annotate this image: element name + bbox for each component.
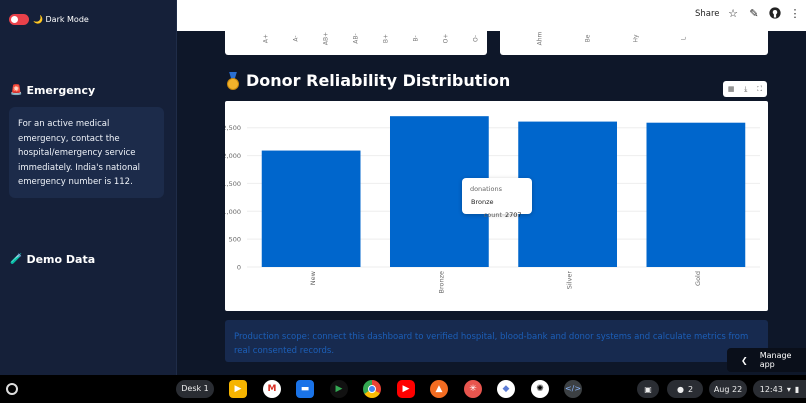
y-tick-label: 2,500 [225,124,241,132]
manage-app-label: Manage app [759,351,792,369]
chevron-left-icon: ❮ [741,355,748,365]
emergency-info-box: For an active medical emergency, contact… [9,107,164,198]
youtube-icon[interactable]: ▶ [397,380,415,398]
emergency-text: For an active medical emergency, contact… [18,119,141,187]
medal-icon [226,71,240,90]
edit-pencil-icon[interactable]: ✎ [747,7,761,21]
bar-silver[interactable] [518,121,618,267]
y-tick-label: 2,000 [225,152,241,160]
y-tick-label: 1,500 [225,180,241,188]
linux-app-icon[interactable]: ◆ [497,380,515,398]
emergency-heading: 🚨 Emergency [10,84,95,97]
siren-icon: 🚨 [10,85,23,96]
play-store-icon[interactable]: ▶ [330,380,348,398]
prev-chart-tick-label: O+ [442,33,450,44]
production-scope-text: Production scope: connect this dashboard… [234,332,749,356]
demo-data-heading: 🧪 Demo Data [10,253,95,266]
github-icon[interactable] [768,7,782,21]
tooltip-key-donations: donations [469,185,502,193]
status-tray[interactable]: 12:43 ▾ ▮ [753,380,806,398]
bar-new[interactable] [261,150,361,267]
emergency-title: Emergency [26,84,96,97]
camera-app-icon[interactable]: ▶ [229,380,247,398]
tooltip-key-count: count [483,211,502,219]
wifi-icon: ▾ [786,384,791,394]
chart-title: Donor Reliability Distribution [246,71,511,90]
y-tick-label: 0 [237,264,241,272]
launcher-icon[interactable] [6,383,18,395]
notification-count: 2 [687,384,694,394]
previous-chart-card-right: Ahm Be Hy L [500,31,768,55]
battery-icon: ▮ [794,384,800,394]
x-tick-label: Bronze [437,271,445,294]
app-header: Share ☆ ✎ ⋮ [177,0,806,31]
bar-chart-card: 0 500 1,000 1,500 2,000 2,500 New Bronze Silver G… [225,101,768,311]
prev-chart-tick-label: L [680,36,688,41]
manage-app-button[interactable]: ❮ Manage app [727,348,806,372]
prev-chart-tick-label: Be [584,34,592,43]
prev-chart-tick-label: O- [472,34,480,43]
table-view-icon[interactable]: ▦ [728,85,735,93]
demo-data-title: Demo Data [26,253,96,266]
prev-chart-tick-label: AB+ [322,31,330,46]
desk-switcher[interactable]: Desk 1 [176,380,214,398]
test-tube-icon: 🧪 [10,254,23,265]
dark-mode-toggle-row[interactable]: 🌙 Dark Mode [9,14,89,25]
chatgpt-icon[interactable]: ✺ [531,380,549,398]
x-tick-label: New [309,270,317,285]
star-icon[interactable]: ☆ [726,7,740,21]
dark-mode-label: 🌙 Dark Mode [33,15,89,24]
download-icon[interactable]: ⤓ [744,85,747,94]
dark-mode-toggle[interactable] [9,14,29,25]
prev-chart-tick-label: B- [412,35,420,42]
y-tick-label: 500 [229,236,241,244]
date-tray[interactable]: Aug 22 [709,380,747,398]
chrome-icon[interactable] [363,380,381,398]
terminal-icon[interactable]: </> [564,380,582,398]
prev-chart-tick-label: Hy [632,34,640,43]
x-tick-label: Silver [566,271,574,290]
tote-icon[interactable]: ▣ [637,380,659,398]
tooltip-value-donations: Bronze [471,198,494,206]
tooltip-value-count: 2707 [505,211,522,219]
main-content: A+ A- AB+ AB- B+ B- O+ O- Ahm Be Hy L Donor Reliab… [177,31,806,375]
prev-chart-tick-label: A- [292,35,300,42]
previous-chart-card-left: A+ A- AB+ AB- B+ B- O+ O- [225,31,487,55]
gmail-icon[interactable]: M [263,380,281,398]
notifications-tray[interactable]: ● 2 [667,380,703,398]
sidebar: 🌙 Dark Mode 🚨 Emergency For an active me… [0,0,177,375]
prev-chart-tick-label: B+ [382,33,390,44]
os-taskbar: Desk 1 ▶ M ▬ ▶ ▶ ▲ ✳ ◆ ✺ </> ▣ ● 2 Aug 2… [0,375,806,403]
burst-app-icon[interactable]: ✳ [464,380,482,398]
chart-heading: Donor Reliability Distribution [226,71,510,90]
prev-chart-tick-label: AB- [352,33,360,44]
production-scope-info: Production scope: connect this dashboard… [225,320,768,362]
clock-time: 12:43 [759,384,783,394]
x-tick-label: Gold [694,271,702,286]
more-menu-icon[interactable]: ⋮ [788,7,802,21]
notification-dot-icon: ● [676,384,684,394]
fullscreen-icon[interactable]: ⛶ [757,85,762,94]
prev-chart-tick-label: A+ [262,33,270,44]
files-icon[interactable]: ▬ [296,380,314,398]
vlc-icon[interactable]: ▲ [430,380,448,398]
chart-toolbar: ▦ ⤓ ⛶ [723,81,767,97]
y-tick-label: 1,000 [225,208,241,216]
bar-gold[interactable] [646,122,746,267]
share-button[interactable]: Share [695,9,720,19]
chart-tooltip: donations Bronze count 2707 [462,178,532,219]
prev-chart-tick-label: Ahm [536,31,544,46]
